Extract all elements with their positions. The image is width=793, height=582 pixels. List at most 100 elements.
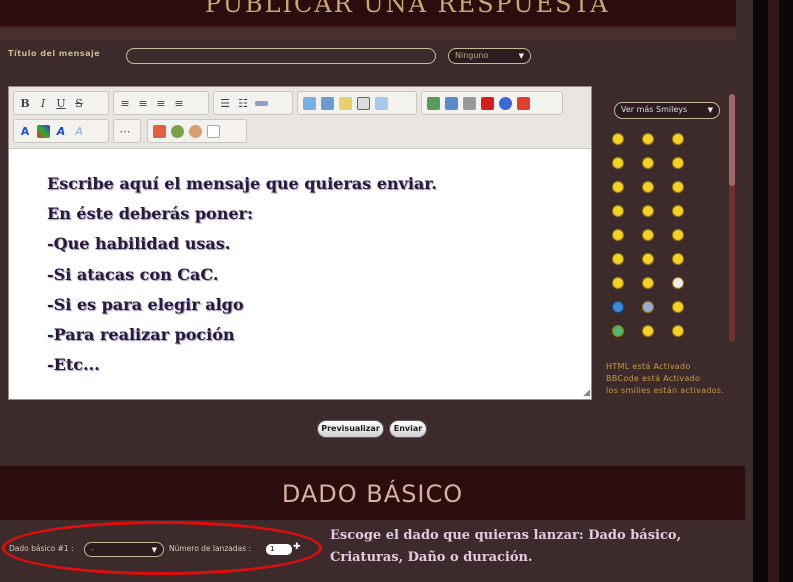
italic-button[interactable]: I [34, 94, 52, 112]
editor-toolbar: B I U S ≡ ≡ ≡ ≡ ☰ ☷ A A A ⋯ [9, 87, 591, 149]
format-group: B I U S [13, 91, 109, 115]
youtube-icon[interactable] [478, 94, 496, 112]
chevron-down-icon: ▼ [518, 52, 524, 60]
horizontal-rule-icon[interactable] [252, 94, 270, 112]
preview-button[interactable]: Previsualizar [317, 420, 384, 438]
yellow-ball-icon[interactable] [612, 277, 624, 289]
dice-icon[interactable] [186, 122, 204, 140]
laugh-icon[interactable] [672, 133, 684, 145]
smilies-status: los smilies están activados. [606, 386, 725, 395]
shy-icon[interactable] [642, 277, 654, 289]
wink-icon[interactable] [672, 181, 684, 193]
blue-face-icon[interactable] [642, 301, 654, 313]
message-icon-select[interactable]: Ninguno ▼ [448, 48, 531, 64]
document-icon[interactable] [204, 122, 222, 140]
green-face-icon[interactable] [612, 325, 624, 337]
google-icon[interactable] [496, 94, 514, 112]
message-line: -Si atacas con CaC. [47, 264, 219, 284]
align-group: ≡ ≡ ≡ ≡ [113, 91, 209, 115]
align-justify-icon[interactable]: ≡ [170, 94, 188, 112]
dice-description: Escoge el dado que quieras lanzar: Dado … [330, 528, 682, 565]
color-picker-icon[interactable] [34, 122, 52, 140]
list-group: ☰ ☷ [213, 91, 293, 115]
more-smileys-select[interactable]: Ver más Smileys ▼ [614, 102, 720, 119]
align-left-icon[interactable]: ≡ [116, 94, 134, 112]
question-icon[interactable] [642, 253, 654, 265]
align-right-icon[interactable]: ≡ [152, 94, 170, 112]
bbcode-status: BBCode está Activado [606, 374, 701, 383]
sweat-icon[interactable] [642, 229, 654, 241]
date-icon[interactable] [150, 122, 168, 140]
misc-group: ⋯ [113, 119, 141, 143]
resize-handle-icon[interactable]: ◢ [583, 388, 590, 398]
bullet-list-icon[interactable]: ☰ [216, 94, 234, 112]
page-break-icon[interactable]: ⋯ [116, 122, 134, 140]
message-icon-select-value: Ninguno [455, 51, 489, 60]
dice-title: DADO BÁSICO [281, 480, 464, 508]
cool-icon[interactable] [672, 157, 684, 169]
strikethrough-button[interactable]: S [70, 94, 88, 112]
message-line: -Que habilidad usas. [47, 234, 231, 254]
spoiler-icon[interactable] [336, 94, 354, 112]
font-color-icon[interactable]: A [52, 122, 70, 140]
hide-icon[interactable] [354, 94, 372, 112]
align-center-icon[interactable]: ≡ [134, 94, 152, 112]
smile-icon[interactable] [612, 133, 624, 145]
image-icon[interactable] [424, 94, 442, 112]
exclamation-icon[interactable] [612, 253, 624, 265]
flash-icon[interactable] [514, 94, 532, 112]
message-line: -Si es para elegir algo [47, 294, 244, 314]
dizzy-icon[interactable] [642, 325, 654, 337]
message-line: Escribe aquí el mensaje que quieras envi… [47, 174, 437, 193]
color-group: A A A [13, 119, 109, 143]
surprised-icon[interactable] [672, 253, 684, 265]
quote-icon[interactable] [300, 94, 318, 112]
skull-icon[interactable] [672, 277, 684, 289]
scrollbar-thumb[interactable] [729, 94, 735, 186]
html-status: HTML está Activado [606, 362, 691, 371]
tools-group [147, 119, 247, 143]
message-line: -Etc... [47, 355, 100, 375]
bold-button[interactable]: B [16, 94, 34, 112]
editor-status: HTML está Activado BBCode está Activado … [606, 361, 724, 397]
dice-header: DADO BÁSICO [0, 466, 745, 520]
grin-icon[interactable] [612, 181, 624, 193]
eye-icon[interactable] [672, 325, 684, 337]
star-icon[interactable] [612, 301, 624, 313]
reply-title: PUBLICAR UNA RESPUESTA [205, 0, 610, 18]
sad-icon[interactable] [642, 205, 654, 217]
mad-icon[interactable] [672, 205, 684, 217]
confused-icon[interactable] [612, 205, 624, 217]
font-size-icon[interactable]: A [16, 122, 34, 140]
code-icon[interactable] [318, 94, 336, 112]
glasses-icon[interactable] [642, 157, 654, 169]
numbered-list-icon[interactable]: ☷ [234, 94, 252, 112]
neutral-icon[interactable] [612, 157, 624, 169]
more-smileys-label: Ver más Smileys [621, 105, 688, 114]
clock-icon[interactable] [168, 122, 186, 140]
smiley-scrollbar[interactable] [729, 94, 735, 342]
message-line: En éste deberás poner: [47, 204, 253, 224]
shocked-icon[interactable] [612, 229, 624, 241]
angry-icon[interactable] [642, 181, 654, 193]
right-border-strip [768, 0, 779, 582]
happy-icon[interactable] [642, 133, 654, 145]
message-title-label: Título del mensaje [8, 49, 101, 58]
email-icon[interactable] [460, 94, 478, 112]
rolleyes-icon[interactable] [672, 229, 684, 241]
message-body[interactable]: Escribe aquí el mensaje que quieras envi… [47, 169, 437, 380]
header-band [0, 28, 736, 40]
table-icon[interactable] [372, 94, 390, 112]
heart-face-icon[interactable] [672, 301, 684, 313]
underline-button[interactable]: U [52, 94, 70, 112]
send-button[interactable]: Enviar [389, 420, 427, 438]
reply-header: PUBLICAR UNA RESPUESTA [0, 0, 736, 28]
insert-group [297, 91, 417, 115]
link-icon[interactable] [442, 94, 460, 112]
chevron-down-icon: ▼ [707, 106, 713, 114]
message-line: -Para realizar poción [47, 325, 235, 345]
message-editor[interactable]: B I U S ≡ ≡ ≡ ≡ ☰ ☷ A A A ⋯ Escribe aquí… [8, 86, 592, 400]
font-face-icon[interactable]: A [70, 122, 88, 140]
message-title-input[interactable] [126, 48, 436, 64]
highlight-ellipse [2, 521, 322, 575]
